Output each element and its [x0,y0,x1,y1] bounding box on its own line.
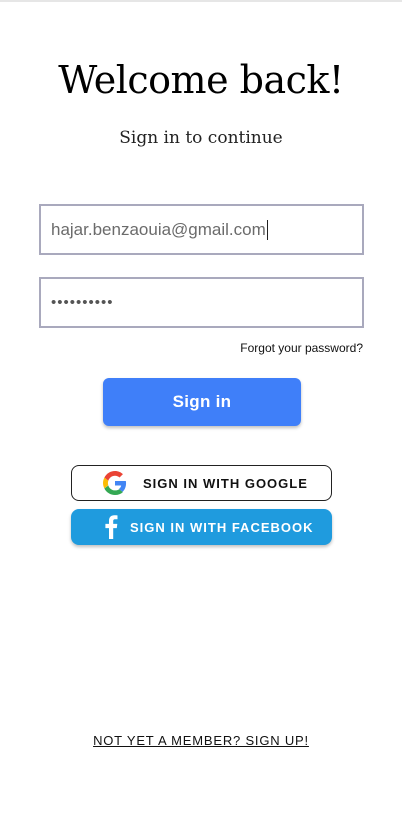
forgot-password-link[interactable]: Forgot your password? [240,341,363,355]
sign-in-button[interactable]: Sign in [103,378,301,426]
google-sign-in-button[interactable]: SIGN IN WITH GOOGLE [71,465,332,501]
email-value: hajar.benzaouia@gmail.com [51,219,266,239]
google-icon [103,471,127,495]
password-field[interactable]: •••••••••• [39,277,364,328]
facebook-button-label: SIGN IN WITH FACEBOOK [130,519,314,535]
google-button-label: SIGN IN WITH GOOGLE [143,475,308,491]
password-value: •••••••••• [51,294,114,311]
facebook-sign-in-button[interactable]: SIGN IN WITH FACEBOOK [71,509,332,545]
sign-up-link[interactable]: NOT YET A MEMBER? SIGN UP! [0,733,402,748]
text-caret [266,219,268,240]
page-subtitle: Sign in to continue [119,128,283,148]
page-title: Welcome back! [58,58,344,102]
facebook-icon [105,515,118,539]
email-field[interactable]: hajar.benzaouia@gmail.com [39,204,364,255]
top-divider [0,0,402,2]
